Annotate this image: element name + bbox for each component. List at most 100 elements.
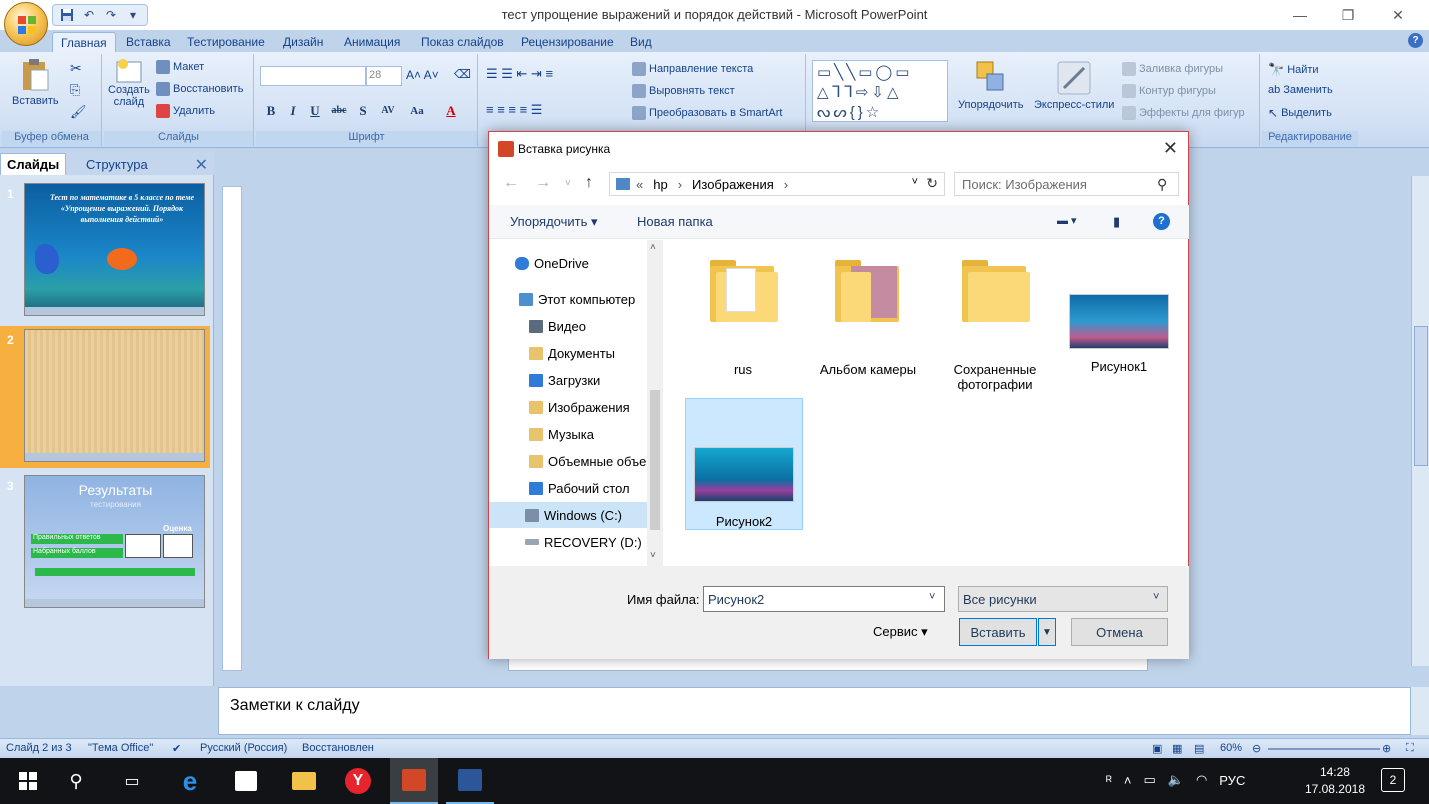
italic-button[interactable]: I xyxy=(284,102,302,120)
shape-outline-button[interactable]: Контур фигуры xyxy=(1122,84,1216,98)
grow-font-icon[interactable]: A˄ A˅ xyxy=(406,68,439,82)
input-language[interactable]: РУС xyxy=(1219,773,1245,788)
nav-3d-objects[interactable]: Объемные объе xyxy=(529,448,647,474)
nav-scroll-thumb[interactable] xyxy=(650,390,660,530)
font-name-field[interactable] xyxy=(260,66,366,86)
file-item-saved-photos[interactable]: Сохраненные фотографии xyxy=(936,260,1054,392)
sorter-view-icon[interactable]: ▦ xyxy=(1172,742,1182,755)
new-folder-button[interactable]: Новая папка xyxy=(637,214,713,229)
filetype-select[interactable]: Все рисунки xyxy=(958,586,1168,612)
tab-slideshow[interactable]: Показ слайдов xyxy=(413,32,512,52)
view-options-icon[interactable]: ▬ ▾ xyxy=(1057,214,1077,227)
nav-scrollbar[interactable]: ˄ ˅ xyxy=(647,240,663,566)
address-dropdown-icon[interactable]: ˅ xyxy=(912,176,918,188)
people-icon[interactable]: ᴿ xyxy=(1106,773,1112,788)
task-view-icon[interactable]: ▭ xyxy=(108,758,156,804)
search-input[interactable]: Поиск: Изображения xyxy=(954,172,1179,196)
select-button[interactable]: ↖ Выделить xyxy=(1268,106,1332,120)
powerpoint-taskbar-icon[interactable] xyxy=(390,758,438,804)
start-button[interactable] xyxy=(4,758,52,804)
scroll-thumb[interactable] xyxy=(1414,326,1428,466)
paste-button[interactable]: Вставить xyxy=(12,58,59,107)
tab-testing[interactable]: Тестирование xyxy=(179,32,273,52)
notes-scrollbar[interactable] xyxy=(1411,687,1429,735)
normal-view-icon[interactable]: ▣ xyxy=(1152,742,1162,755)
replace-button[interactable]: ab Заменить xyxy=(1268,84,1333,96)
tab-view[interactable]: Вид xyxy=(622,32,660,52)
search-icon[interactable]: ⚲ xyxy=(52,758,100,804)
up-arrow-icon[interactable]: ↑ xyxy=(585,174,593,192)
chevron-up-icon[interactable]: ˄ xyxy=(1124,773,1132,788)
scroll-down-icon[interactable]: ˅ xyxy=(650,550,656,561)
cancel-button[interactable]: Отмена xyxy=(1071,618,1168,646)
insert-dropdown-icon[interactable]: ▼ xyxy=(1038,618,1056,646)
filename-input[interactable]: Рисунок2 xyxy=(703,586,945,612)
tab-slides[interactable]: Слайды xyxy=(0,153,67,175)
new-slide-button[interactable]: Создать слайд xyxy=(108,58,150,108)
wifi-icon[interactable]: ◠ xyxy=(1196,772,1207,788)
layout-button[interactable]: Макет xyxy=(156,60,204,74)
maximize-button[interactable]: ❐ xyxy=(1325,0,1371,30)
minimize-button[interactable]: — xyxy=(1277,0,1323,30)
slide-thumbnail-2[interactable] xyxy=(24,329,205,462)
delete-button[interactable]: Удалить xyxy=(156,104,215,118)
forward-arrow-icon[interactable]: → xyxy=(535,174,551,192)
vertical-scrollbar[interactable] xyxy=(1411,176,1429,666)
close-button[interactable]: ✕ xyxy=(1375,0,1421,30)
zoom-in-icon[interactable]: ⊕ xyxy=(1382,742,1391,755)
tab-insert[interactable]: Вставка xyxy=(118,32,179,52)
explorer-icon[interactable] xyxy=(280,758,328,804)
file-item-picture1[interactable]: Рисунок1 xyxy=(1060,260,1178,374)
spacing-button[interactable]: AV xyxy=(376,102,400,120)
font-size-field[interactable]: 28 xyxy=(366,66,402,86)
tools-button[interactable]: Сервис ▾ xyxy=(873,624,928,640)
slide-thumbnail-3[interactable]: Результаты тестирования Оценка Правильны… xyxy=(24,475,205,608)
slideshow-view-icon[interactable]: ▤ xyxy=(1194,742,1204,755)
bold-button[interactable]: B xyxy=(262,102,280,120)
filetype-dropdown-icon[interactable]: ˅ xyxy=(1153,591,1159,603)
recent-dropdown-icon[interactable]: ˅ xyxy=(565,178,571,189)
office-button[interactable] xyxy=(4,2,48,46)
shapes-gallery[interactable]: ▭╲╲▭◯▭ △ᒣᒣ⇨⇩△ ᔓᔕ{}☆ xyxy=(812,60,948,122)
tab-animation[interactable]: Анимация xyxy=(336,32,408,52)
format-painter-icon[interactable]: 🖌 xyxy=(70,104,87,120)
zoom-out-icon[interactable]: ⊖ xyxy=(1252,742,1261,755)
file-item-picture2[interactable]: Рисунок2 xyxy=(685,398,803,530)
shape-fill-button[interactable]: Заливка фигуры xyxy=(1122,62,1223,76)
back-arrow-icon[interactable]: ← xyxy=(503,174,519,192)
tab-review[interactable]: Рецензирование xyxy=(513,32,622,52)
language[interactable]: Русский (Россия) xyxy=(200,742,287,754)
refresh-icon[interactable]: ↻ xyxy=(926,175,938,192)
volume-icon[interactable]: 🔈 xyxy=(1168,772,1184,788)
preview-pane-icon[interactable]: ▮ xyxy=(1113,214,1120,230)
nav-windows-c[interactable]: Windows (C:) xyxy=(489,502,647,528)
reset-button[interactable]: Восстановить xyxy=(156,82,243,96)
help-icon[interactable]: ? xyxy=(1153,213,1170,230)
insert-button[interactable]: Вставить xyxy=(959,618,1037,646)
strike-button[interactable]: abc xyxy=(328,102,350,120)
file-item-camera-roll[interactable]: Альбом камеры xyxy=(809,260,927,377)
yandex-icon[interactable]: Y xyxy=(334,758,382,804)
quick-styles-button[interactable]: Экспресс-стили xyxy=(1034,60,1114,111)
organize-button[interactable]: Упорядочить ▾ xyxy=(510,214,598,230)
font-color-button[interactable]: A xyxy=(442,102,460,120)
filename-dropdown-icon[interactable]: ˅ xyxy=(929,591,935,603)
tab-design[interactable]: Дизайн xyxy=(275,32,331,52)
shadow-button[interactable]: S xyxy=(354,102,372,120)
theme-name[interactable]: "Тема Office" xyxy=(88,742,153,754)
battery-icon[interactable]: ▭ xyxy=(1143,772,1155,788)
copy-icon[interactable]: ⎘ xyxy=(70,82,80,98)
underline-button[interactable]: U xyxy=(306,102,324,120)
align-text-button[interactable]: Выровнять текст xyxy=(632,84,735,98)
edge-icon[interactable]: e xyxy=(166,758,214,804)
find-button[interactable]: 🔭 Найти xyxy=(1268,62,1319,78)
shape-effects-button[interactable]: Эффекты для фигур xyxy=(1122,106,1245,120)
notifications-icon[interactable]: 2 xyxy=(1381,768,1405,792)
file-item-rus[interactable]: rus xyxy=(684,260,802,377)
tab-home[interactable]: Главная xyxy=(52,32,116,52)
path-segment-pictures[interactable]: Изображения xyxy=(692,177,774,192)
notes-pane[interactable]: Заметки к слайду xyxy=(218,687,1411,735)
search-icon[interactable]: ⚲ xyxy=(1157,176,1167,193)
tab-outline[interactable]: Структура xyxy=(80,153,154,175)
align-icons[interactable]: ≡ ≡ ≡ ≡ ☰ xyxy=(486,102,542,118)
